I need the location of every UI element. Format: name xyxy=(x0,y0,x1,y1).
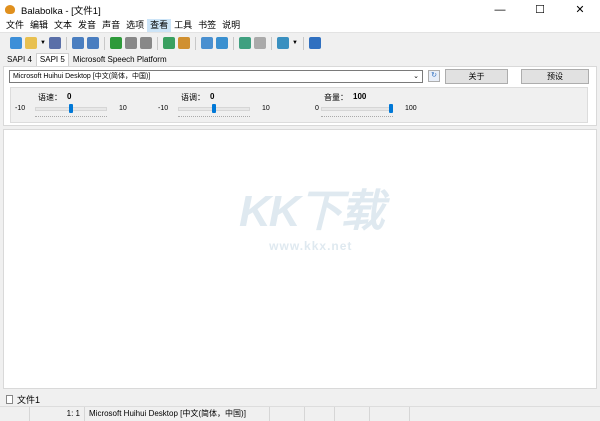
app-icon xyxy=(5,5,15,14)
dictionary-icon[interactable] xyxy=(216,37,228,49)
toolbar-separator xyxy=(66,36,67,50)
dropdown-caret-icon[interactable]: ▼ xyxy=(292,40,298,46)
slider-max: 10 xyxy=(262,105,270,112)
pause-icon[interactable] xyxy=(125,37,137,49)
watermark-url: www.kkx.net xyxy=(269,239,353,253)
menu-item-5[interactable]: 选项 xyxy=(123,19,147,32)
close-button[interactable]: ✕ xyxy=(560,0,600,19)
status-position: 1: 1 xyxy=(30,407,85,421)
watermark: KK下载 www.kkx.net xyxy=(239,175,385,253)
toolbar-separator xyxy=(195,36,196,50)
tab-sapi5[interactable]: SAPI 5 xyxy=(35,53,69,66)
toolbar: ▼ ▼ xyxy=(0,34,600,52)
menu-item-6[interactable]: 查看 xyxy=(147,19,172,32)
about-button[interactable]: 关于 xyxy=(445,69,508,84)
read-file-icon[interactable] xyxy=(87,37,99,49)
slider-label: 语速： xyxy=(38,93,62,102)
menu-item-3[interactable]: 发音 xyxy=(75,19,99,32)
tab-sapi4[interactable]: SAPI 4 xyxy=(3,53,36,66)
menu-item-0[interactable]: 文件 xyxy=(3,19,27,32)
split-icon[interactable] xyxy=(239,37,251,49)
slider-value: 0 xyxy=(210,92,215,101)
slider-thumb[interactable] xyxy=(389,104,393,113)
menu-item-1[interactable]: 编辑 xyxy=(27,19,51,32)
minimize-button[interactable]: — xyxy=(480,0,520,19)
new-file-icon[interactable] xyxy=(10,37,22,49)
play-icon[interactable] xyxy=(110,37,122,49)
doc-tab-1[interactable]: 文件1 xyxy=(17,393,40,406)
slider-track[interactable] xyxy=(321,107,393,111)
slider-min: -10 xyxy=(15,105,26,112)
slider-thumb[interactable] xyxy=(69,104,73,113)
voice-selected: Microsoft Huihui Desktop [中文(简体，中国)] xyxy=(13,73,151,80)
dropdown-caret-icon[interactable]: ▼ xyxy=(40,40,46,46)
status-voice: Microsoft Huihui Desktop [中文(简体，中国)] xyxy=(85,407,270,421)
toolbar-separator xyxy=(303,36,304,50)
read-clipboard-icon[interactable] xyxy=(72,37,84,49)
tab-speech-platform[interactable]: Microsoft Speech Platform xyxy=(69,53,171,66)
refresh-voices-icon[interactable]: ↻ xyxy=(428,70,440,82)
document-icon xyxy=(6,395,13,404)
join-icon[interactable] xyxy=(254,37,266,49)
toolbar-separator xyxy=(157,36,158,50)
slider-thumb[interactable] xyxy=(212,104,216,113)
slider-value: 100 xyxy=(353,92,367,101)
menu-item-7[interactable]: 工具 xyxy=(171,19,195,32)
open-folder-icon[interactable] xyxy=(25,37,37,49)
voice-select[interactable]: Microsoft Huihui Desktop [中文(简体，中国)] ⌄ xyxy=(9,70,423,83)
voice-icon[interactable] xyxy=(277,37,289,49)
stop-icon[interactable] xyxy=(140,37,152,49)
menu-item-8[interactable]: 书签 xyxy=(195,19,219,32)
slider-ticks xyxy=(321,116,393,118)
convert-icon[interactable] xyxy=(163,37,175,49)
menu-item-2[interactable]: 文本 xyxy=(51,19,75,32)
slider-group-2: 音量： 100 0 100 xyxy=(297,88,487,124)
slider-value: 0 xyxy=(67,92,72,101)
voice-panel: Microsoft Huihui Desktop [中文(简体，中国)] ⌄ ↻… xyxy=(3,66,597,126)
batch-icon[interactable] xyxy=(178,37,190,49)
toolbar-separator xyxy=(271,36,272,50)
document-tabs: 文件1 xyxy=(0,393,40,406)
maximize-button[interactable]: ☐ xyxy=(520,0,560,19)
slider-max: 10 xyxy=(119,105,127,112)
save-icon[interactable] xyxy=(49,37,61,49)
help-icon[interactable] xyxy=(309,37,321,49)
slider-min: -10 xyxy=(158,105,169,112)
text-editor[interactable]: KK下载 www.kkx.net xyxy=(3,129,597,389)
slider-ticks xyxy=(178,116,250,118)
slider-label: 音量： xyxy=(324,93,348,102)
toolbar-separator xyxy=(104,36,105,50)
slider-min: 0 xyxy=(315,105,319,112)
slider-label: 语调： xyxy=(181,93,205,102)
window-title: Balabolka - [文件1] xyxy=(21,5,101,17)
watermark-logo: KK下载 xyxy=(239,187,385,236)
title-bar: Balabolka - [文件1] — ☐ ✕ xyxy=(0,0,600,19)
status-bar: 1: 1 Microsoft Huihui Desktop [中文(简体，中国)… xyxy=(0,406,600,421)
voice-sliders: 语速： 0 -10 10 语调： 0 -10 10 音量： 100 0 100 xyxy=(10,87,588,123)
chevron-down-icon[interactable]: ⌄ xyxy=(413,71,419,82)
menu-item-4[interactable]: 声音 xyxy=(99,19,123,32)
view-icon[interactable] xyxy=(201,37,213,49)
preset-button[interactable]: 预设 xyxy=(521,69,589,84)
toolbar-separator xyxy=(233,36,234,50)
menu-bar: 文件 编辑 文本 发音 声音 选项 查看 工具 书签 说明 xyxy=(0,19,600,33)
slider-ticks xyxy=(35,116,107,118)
slider-max: 100 xyxy=(405,105,417,112)
engine-tabs: SAPI 4 SAPI 5 Microsoft Speech Platform xyxy=(0,53,171,66)
menu-item-9[interactable]: 说明 xyxy=(219,19,243,32)
